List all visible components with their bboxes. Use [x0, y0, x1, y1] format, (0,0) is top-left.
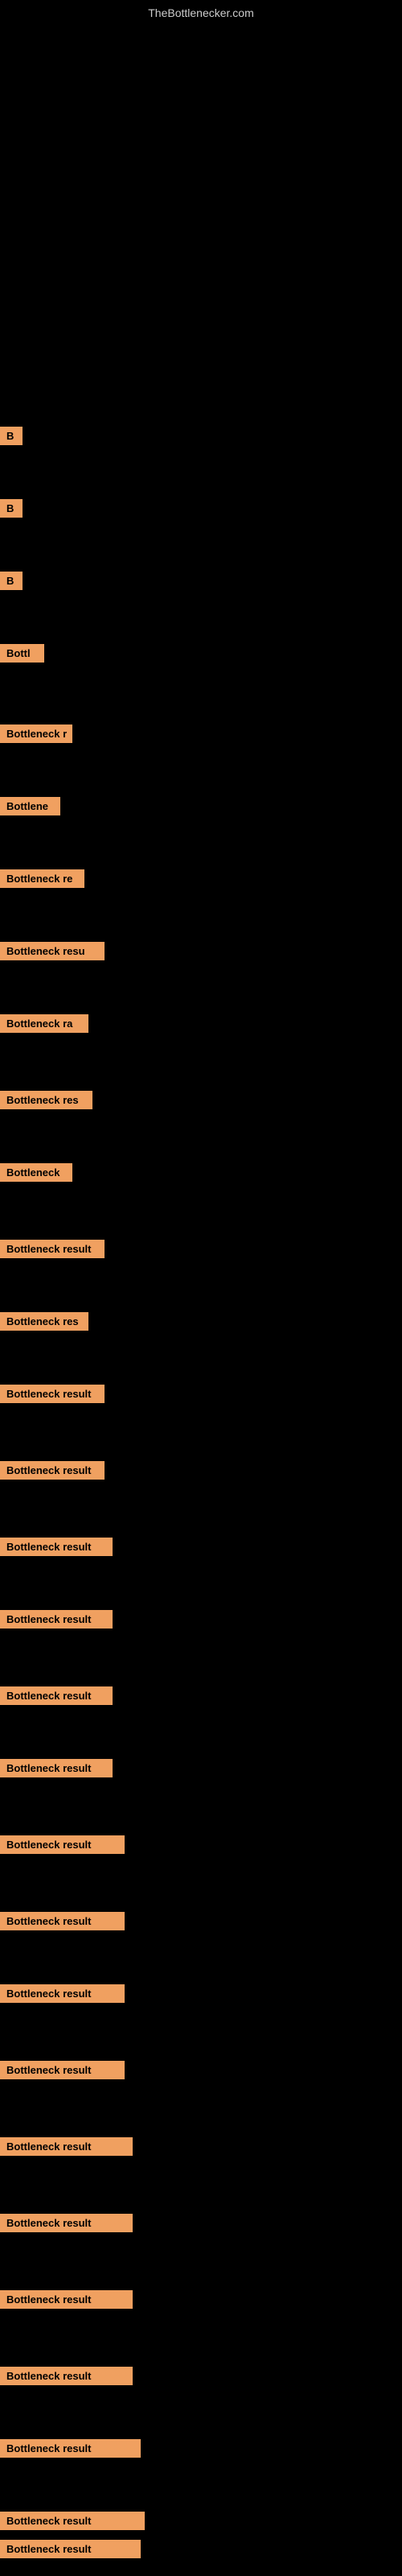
bottleneck-label-25: Bottleneck result	[0, 2214, 133, 2232]
site-title: TheBottlenecker.com	[148, 6, 254, 19]
bottleneck-label-17: Bottleneck result	[0, 1610, 113, 1629]
bottleneck-label-6: Bottlene	[0, 797, 60, 815]
bottleneck-label-5: Bottleneck r	[0, 724, 72, 743]
bottleneck-label-2: B	[0, 499, 23, 518]
bottleneck-label-14: Bottleneck result	[0, 1385, 105, 1403]
bottleneck-label-18: Bottleneck result	[0, 1686, 113, 1705]
bottleneck-label-3: B	[0, 572, 23, 590]
bottleneck-label-15: Bottleneck result	[0, 1461, 105, 1480]
bottleneck-label-29: Bottleneck result	[0, 2512, 145, 2530]
bottleneck-label-20: Bottleneck result	[0, 1835, 125, 1854]
bottleneck-label-12: Bottleneck result	[0, 1240, 105, 1258]
bottleneck-label-13: Bottleneck res	[0, 1312, 88, 1331]
bottleneck-label-10: Bottleneck res	[0, 1091, 92, 1109]
bottleneck-label-28: Bottleneck result	[0, 2439, 141, 2458]
bottleneck-label-23: Bottleneck result	[0, 2061, 125, 2079]
bottleneck-label-26: Bottleneck result	[0, 2290, 133, 2309]
bottleneck-label-27: Bottleneck result	[0, 2367, 133, 2385]
bottleneck-label-7: Bottleneck re	[0, 869, 84, 888]
bottleneck-label-9: Bottleneck ra	[0, 1014, 88, 1033]
bottleneck-label-19: Bottleneck result	[0, 1759, 113, 1777]
bottleneck-label-1: B	[0, 427, 23, 445]
bottleneck-label-8: Bottleneck resu	[0, 942, 105, 960]
bottleneck-label-30: Bottleneck result	[0, 2540, 141, 2558]
bottleneck-label-11: Bottleneck	[0, 1163, 72, 1182]
bottleneck-label-21: Bottleneck result	[0, 1912, 125, 1930]
bottleneck-label-24: Bottleneck result	[0, 2137, 133, 2156]
bottleneck-label-22: Bottleneck result	[0, 1984, 125, 2003]
bottleneck-label-16: Bottleneck result	[0, 1538, 113, 1556]
bottleneck-label-4: Bottl	[0, 644, 44, 663]
